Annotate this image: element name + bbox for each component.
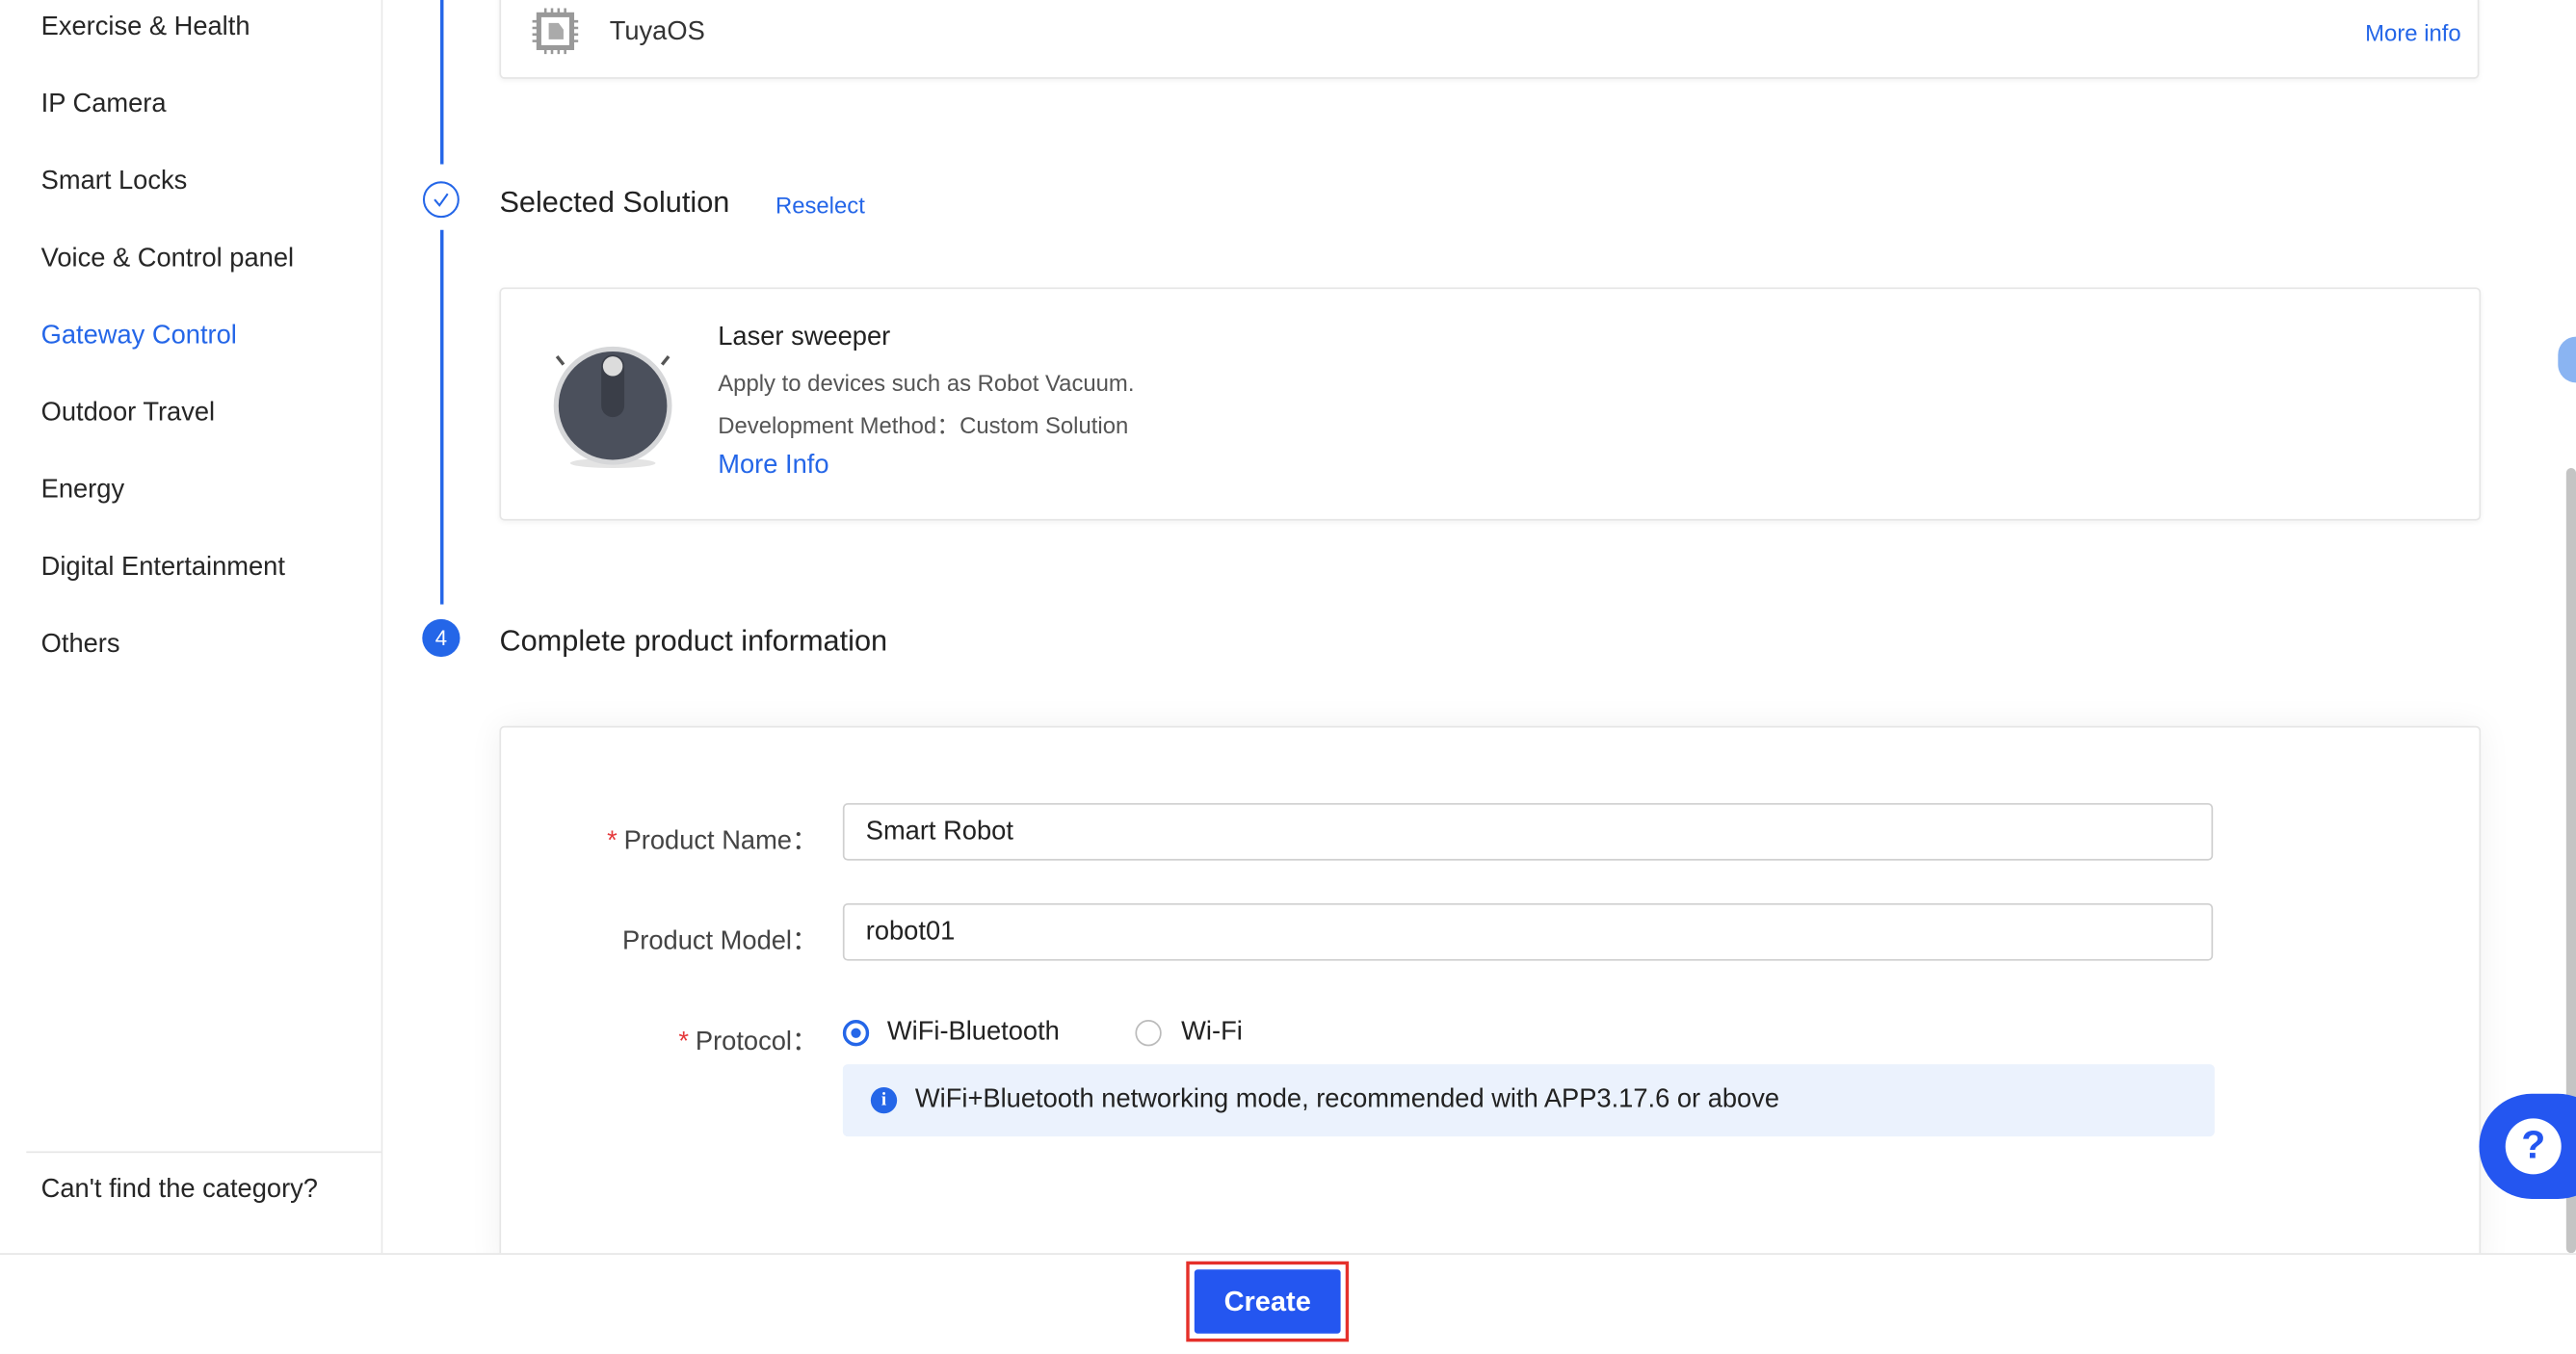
sidebar-item-gateway-control[interactable]: Gateway Control [41,322,237,352]
create-button[interactable]: Create [1194,1269,1341,1334]
step-line [440,0,444,165]
protocol-notice-text: WiFi+Bluetooth networking mode, recommen… [914,1085,1780,1114]
os-more-info-link[interactable]: More info [2365,19,2461,45]
radio-wifi-label[interactable]: Wi-Fi [1181,1018,1243,1048]
help-button[interactable]: ? [2479,1093,2576,1199]
robot-vacuum-image [553,346,672,469]
product-name-input[interactable]: Smart Robot [842,802,2214,861]
solution-description: Apply to devices such as Robot Vacuum. [718,369,1135,397]
sidebar-item-smart-locks[interactable]: Smart Locks [41,168,188,197]
step-4-badge: 4 [422,618,460,658]
sidebar-divider [26,1151,381,1154]
cant-find-category-link[interactable]: Can't find the category? [41,1176,318,1206]
sidebar-item-digital-entertainment[interactable]: Digital Entertainment [41,554,285,584]
category-sidebar: Exercise & Health IP Camera Smart Locks … [0,0,383,1254]
step-selected-solution-title: Selected Solution [499,185,730,219]
os-name: TuyaOS [609,17,705,46]
chip-icon [532,8,579,55]
radio-wifi-bluetooth-label[interactable]: WiFi-Bluetooth [887,1018,1060,1048]
solution-card: Laser sweeper Apply to devices such as R… [499,287,2482,521]
sidebar-item-ip-camera[interactable]: IP Camera [41,91,167,120]
sidebar-item-others[interactable]: Others [41,631,120,661]
bottom-action-bar: Create [0,1253,2576,1354]
sidebar-item-voice-control[interactable]: Voice & Control panel [41,245,294,274]
step-line [440,229,444,605]
product-model-input[interactable]: robot01 [842,902,2214,961]
product-name-label: * Product Name： [607,827,819,856]
sidebar-item-exercise-health[interactable]: Exercise & Health [41,13,250,43]
product-model-label: Product Model： [622,927,819,956]
radio-wifi[interactable] [1135,1020,1162,1047]
sidebar-item-outdoor-travel[interactable]: Outdoor Travel [41,399,215,429]
question-icon: ? [2505,1118,2562,1175]
solution-name: Laser sweeper [718,323,891,352]
step-complete-info-title: Complete product information [499,624,888,658]
check-circle-icon [422,181,460,219]
protocol-notice: i WiFi+Bluetooth networking mode, recomm… [842,1064,2215,1137]
sidebar-item-energy[interactable]: Energy [41,477,124,507]
reselect-link[interactable]: Reselect [775,193,865,219]
radio-wifi-bluetooth[interactable] [842,1020,870,1047]
create-highlight: Create [1186,1261,1350,1342]
solution-dev-method: Development Method：Custom Solution [718,412,1129,439]
protocol-label: * Protocol： [678,1028,819,1056]
info-icon: i [870,1086,898,1114]
os-card: TuyaOS More info [499,0,2480,79]
solution-more-info-link[interactable]: More Info [718,452,828,482]
